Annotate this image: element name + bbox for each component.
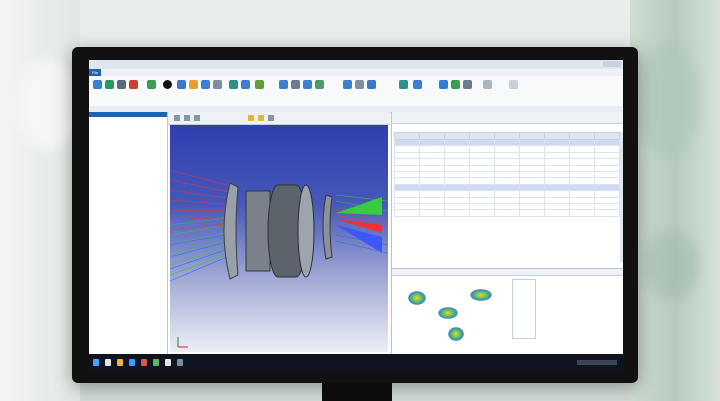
ribbon-button[interactable] xyxy=(343,80,352,89)
lens-element-rear xyxy=(322,194,333,260)
ribbon-button[interactable] xyxy=(189,80,198,89)
background-left xyxy=(0,0,80,401)
ray-fan-green xyxy=(336,197,382,215)
column-header[interactable] xyxy=(594,132,620,140)
spot-diagram xyxy=(408,291,426,305)
spot-diagram xyxy=(448,327,464,341)
toolbar-button[interactable] xyxy=(174,115,180,121)
ribbon-button[interactable] xyxy=(315,80,324,89)
column-header[interactable] xyxy=(519,132,545,140)
spot-diagram xyxy=(470,289,492,301)
panel-header xyxy=(89,112,167,117)
system-tray[interactable] xyxy=(577,360,617,365)
ribbon-button[interactable] xyxy=(201,80,210,89)
axis-triad xyxy=(177,337,188,348)
ribbon-button[interactable] xyxy=(483,80,492,89)
spot-legend-box xyxy=(512,279,536,339)
ribbon-button[interactable] xyxy=(279,80,288,89)
lens-rendering xyxy=(169,169,389,348)
ribbon-button[interactable] xyxy=(105,80,114,89)
column-header[interactable] xyxy=(469,132,495,140)
background-blob xyxy=(640,40,700,160)
column-header[interactable] xyxy=(444,132,470,140)
ribbon-button[interactable] xyxy=(177,80,186,89)
table-cell[interactable] xyxy=(469,209,495,217)
spot-diagram-window xyxy=(391,268,623,355)
background-blob xyxy=(645,230,700,300)
lens-data-editor xyxy=(391,112,623,268)
ribbon-button[interactable] xyxy=(241,80,250,89)
ribbon-button[interactable] xyxy=(213,80,222,89)
ribbon-button[interactable] xyxy=(303,80,312,89)
table-scrollbar[interactable] xyxy=(620,132,623,262)
lens-render-canvas[interactable] xyxy=(169,125,389,352)
column-header[interactable] xyxy=(569,132,595,140)
column-header[interactable] xyxy=(394,132,420,140)
ribbon-button[interactable] xyxy=(117,80,126,89)
ribbon-button[interactable] xyxy=(509,80,518,89)
column-header[interactable] xyxy=(419,132,445,140)
lens-barrel-face xyxy=(297,184,315,278)
menu-file[interactable]: File xyxy=(89,69,101,76)
monitor-screen: File xyxy=(89,60,623,372)
background-blob xyxy=(20,60,80,150)
window-controls[interactable] xyxy=(603,61,621,67)
toolbar-button[interactable] xyxy=(248,115,254,121)
editor-toolbar xyxy=(392,112,623,124)
ribbon-button[interactable] xyxy=(229,80,238,89)
lens-data-table xyxy=(394,132,620,217)
table-header-row xyxy=(394,132,620,140)
start-icon[interactable] xyxy=(93,359,99,366)
ribbon-toolbar xyxy=(89,76,623,107)
layout-toolbar xyxy=(168,112,390,125)
ribbon-button[interactable] xyxy=(355,80,364,89)
3d-layout-window xyxy=(168,112,390,354)
lens-element-front xyxy=(223,182,239,280)
table-cell[interactable] xyxy=(444,209,470,217)
ribbon-button[interactable] xyxy=(291,80,300,89)
ribbon-button[interactable] xyxy=(147,80,156,89)
ribbon-button[interactable] xyxy=(413,80,422,89)
table-cell[interactable] xyxy=(594,209,620,217)
table-cell[interactable] xyxy=(544,209,570,217)
ribbon-button[interactable] xyxy=(129,80,138,89)
lens-barrel xyxy=(245,190,271,272)
column-header[interactable] xyxy=(494,132,520,140)
taskbar-app-icon[interactable] xyxy=(117,359,123,366)
taskbar-app-icon[interactable] xyxy=(141,359,147,366)
system-explorer-panel xyxy=(89,112,168,354)
table-cell[interactable] xyxy=(394,209,420,217)
ribbon-button[interactable] xyxy=(399,80,408,89)
taskbar-app-icon[interactable] xyxy=(177,359,183,366)
ribbon-button[interactable] xyxy=(93,80,102,89)
column-header[interactable] xyxy=(544,132,570,140)
toolbar-button[interactable] xyxy=(268,115,274,121)
table-cell[interactable] xyxy=(494,209,520,217)
windows-taskbar xyxy=(89,354,623,372)
ribbon-button[interactable] xyxy=(451,80,460,89)
toolbar-button[interactable] xyxy=(194,115,200,121)
ribbon-button[interactable] xyxy=(163,80,172,89)
monitor-stand xyxy=(322,383,392,401)
taskbar-app-icon[interactable] xyxy=(153,359,159,366)
ribbon-button[interactable] xyxy=(255,80,264,89)
toolbar-button[interactable] xyxy=(184,115,190,121)
table-cell[interactable] xyxy=(569,209,595,217)
taskbar-app-icon[interactable] xyxy=(165,359,171,366)
table-row[interactable] xyxy=(394,209,620,217)
ribbon-button[interactable] xyxy=(367,80,376,89)
taskbar-app-icon[interactable] xyxy=(105,359,111,366)
toolbar-button[interactable] xyxy=(258,115,264,121)
ray-fan-red xyxy=(336,219,382,233)
window-titlebar xyxy=(89,60,623,69)
ribbon-button[interactable] xyxy=(439,80,448,89)
spot-diagram xyxy=(438,307,458,319)
ribbon-button[interactable] xyxy=(463,80,472,89)
spot-toolbar xyxy=(392,269,623,276)
table-cell[interactable] xyxy=(419,209,445,217)
table-cell[interactable] xyxy=(519,209,545,217)
taskbar-app-icon[interactable] xyxy=(129,359,135,366)
